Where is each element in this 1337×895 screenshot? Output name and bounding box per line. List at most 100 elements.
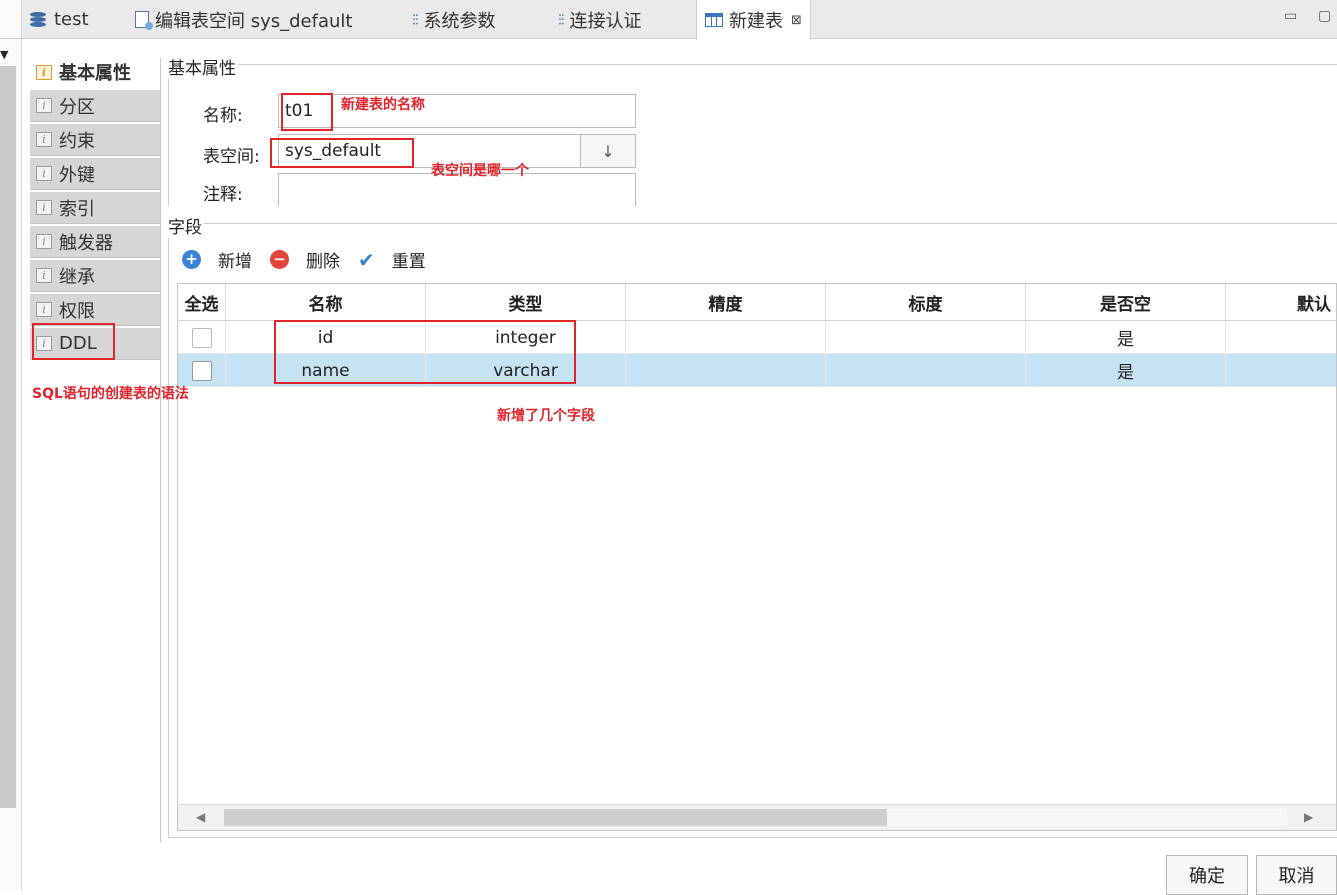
tab-label: 编辑表空间 sys_default	[155, 10, 353, 32]
database-icon	[30, 11, 48, 28]
maximize-icon[interactable]: ▢	[1318, 8, 1331, 24]
close-icon[interactable]: ⊠	[791, 13, 802, 28]
minimize-icon[interactable]: ▭	[1284, 8, 1297, 24]
comment-label: 注释:	[203, 185, 243, 205]
table-icon	[705, 13, 723, 27]
cell-nullable[interactable]: 是	[1026, 321, 1226, 354]
annotation-box-fields	[274, 320, 576, 384]
nav-item-foreign-key[interactable]: i 外键	[30, 158, 160, 190]
row-checkbox[interactable]	[191, 327, 212, 348]
info-icon: i	[36, 268, 52, 283]
tab-edit-tablespace[interactable]: 编辑表空间 sys_default	[135, 0, 352, 39]
tab-system-params[interactable]: ⫶⫶ 系统参数	[412, 0, 496, 39]
delete-icon: −	[270, 250, 289, 269]
info-icon: i	[36, 166, 52, 181]
nav-item-constraint[interactable]: i 约束	[30, 124, 160, 156]
fields-group-bottom	[168, 837, 1337, 838]
annotation-ddl-note: SQL语句的创建表的语法	[32, 386, 189, 402]
annotation-tablespace-note: 表空间是哪一个	[431, 163, 529, 179]
nav-label: 分区	[59, 96, 95, 118]
scroll-left-icon[interactable]: ◀	[196, 810, 205, 824]
info-icon: i	[36, 200, 52, 215]
annotation-fields-note: 新增了几个字段	[497, 408, 595, 424]
add-icon: +	[182, 250, 201, 269]
nav-label: 继承	[59, 266, 95, 288]
cell-scale[interactable]	[826, 321, 1026, 354]
header-precision[interactable]: 精度	[626, 284, 826, 321]
cell-nullable[interactable]: 是	[1026, 354, 1226, 387]
annotation-name-note: 新建表的名称	[341, 97, 425, 113]
nav-item-trigger[interactable]: i 触发器	[30, 226, 160, 258]
fields-group-border	[168, 223, 169, 837]
nav-label: 基本属性	[59, 63, 131, 84]
nav-item-partition[interactable]: i 分区	[30, 90, 160, 122]
header-name[interactable]: 名称	[226, 284, 426, 321]
basic-group-border	[168, 64, 169, 206]
tab-test[interactable]: test	[30, 0, 89, 39]
fields-group-line	[168, 223, 1337, 224]
cell-scale[interactable]	[826, 354, 1026, 387]
tablespace-label: 表空间:	[203, 147, 260, 167]
sliders-icon: ⫶⫶	[412, 10, 418, 29]
annotation-box-ddl	[32, 323, 115, 360]
tab-connection-auth[interactable]: ⫶⫶ 连接认证	[558, 0, 642, 39]
nav-label: 权限	[59, 300, 95, 322]
delete-label: 删除	[306, 252, 340, 272]
dropdown-arrow-icon[interactable]: ↓	[580, 134, 636, 168]
tab-label: 连接认证	[569, 10, 642, 32]
editor-tab-bar: test 编辑表空间 sys_default ⫶⫶ 系统参数 ⫶⫶ 连接认证 新…	[22, 0, 1337, 40]
header-select-all[interactable]: 全选	[178, 284, 226, 321]
tab-new-table[interactable]: 新建表 ⊠	[696, 0, 811, 40]
info-icon: i	[36, 234, 52, 249]
name-label: 名称:	[203, 106, 243, 126]
checkmark-icon: ✔	[358, 247, 375, 272]
table-header: 全选 名称 类型 精度 标度 是否空 默认	[178, 284, 1336, 321]
property-nav: i 基本属性 i 分区 i 约束 i 外键 i 索引 i 触发器 i 继承 i 权限 i DDL	[30, 56, 160, 362]
header-scale[interactable]: 标度	[826, 284, 1026, 321]
ok-button[interactable]: 确定	[1166, 855, 1248, 895]
nav-item-privilege[interactable]: i 权限	[30, 294, 160, 326]
cancel-button[interactable]: 取消	[1256, 855, 1337, 895]
row-checkbox[interactable]	[191, 360, 212, 381]
nav-label: 外键	[59, 164, 95, 186]
nav-item-basic[interactable]: i 基本属性	[30, 56, 160, 88]
cell-precision[interactable]	[626, 354, 826, 387]
basic-group-line	[168, 64, 1337, 65]
add-field-button[interactable]: + 新增	[182, 247, 252, 272]
tab-label: 系统参数	[423, 10, 496, 32]
horizontal-scrollbar[interactable]: ◀ ▶	[178, 804, 1336, 830]
sliders-icon: ⫶⫶	[558, 10, 564, 29]
header-default[interactable]: 默认	[1226, 284, 1336, 321]
tab-label: 新建表	[729, 11, 783, 32]
reset-label: 重置	[391, 252, 426, 272]
dropdown-arrow-icon[interactable]: ▼	[0, 48, 8, 61]
reset-fields-button[interactable]: ✔ 重置	[358, 247, 426, 273]
header-type[interactable]: 类型	[426, 284, 626, 321]
info-icon: i	[36, 302, 52, 317]
info-icon: i	[36, 132, 52, 147]
header-nullable[interactable]: 是否空	[1026, 284, 1226, 321]
fields-group-title: 字段	[168, 213, 204, 238]
strip-divider	[0, 38, 22, 39]
add-label: 新增	[218, 252, 252, 272]
scroll-right-icon[interactable]: ▶	[1304, 810, 1313, 824]
fields-toolbar: + 新增 − 删除 ✔ 重置	[182, 247, 444, 272]
document-icon	[135, 11, 153, 30]
info-icon: i	[36, 98, 52, 113]
nav-divider	[160, 58, 161, 842]
delete-field-button[interactable]: − 删除	[270, 247, 340, 272]
vertical-scrollbar[interactable]	[0, 66, 16, 808]
annotation-box-tablespace	[270, 138, 414, 168]
nav-label: 触发器	[59, 232, 113, 254]
tab-label: test	[54, 9, 89, 30]
scrollbar-thumb[interactable]	[224, 809, 887, 826]
basic-group-title: 基本属性	[168, 54, 238, 79]
left-panel-strip: ▼	[0, 0, 22, 891]
scrollbar-track[interactable]	[887, 809, 1287, 826]
info-icon: i	[36, 64, 52, 80]
nav-label: 约束	[59, 130, 95, 152]
cell-precision[interactable]	[626, 321, 826, 354]
nav-item-inherit[interactable]: i 继承	[30, 260, 160, 292]
nav-item-index[interactable]: i 索引	[30, 192, 160, 224]
annotation-box-name	[281, 93, 333, 131]
